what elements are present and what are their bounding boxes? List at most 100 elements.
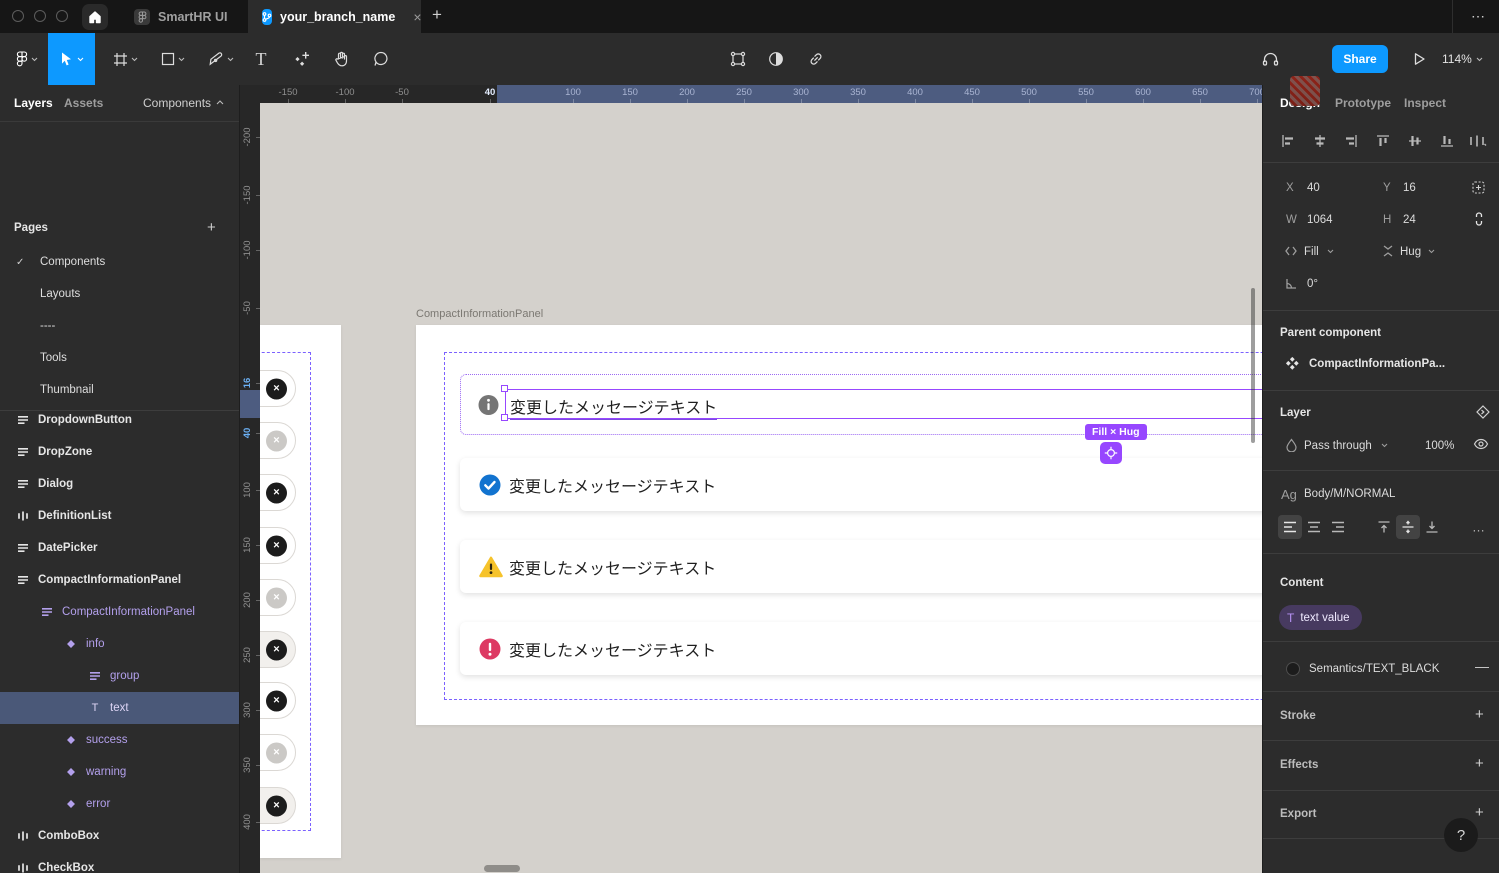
- align-bottom-icon[interactable]: [1440, 134, 1454, 148]
- component-tool-button[interactable]: [284, 33, 320, 85]
- message-row-success[interactable]: 変更したメッセージテキスト: [460, 458, 1262, 511]
- frame-title[interactable]: CompactInformationPanel: [416, 308, 543, 320]
- add-effect-button[interactable]: +: [1475, 755, 1484, 772]
- canvas-vertical-scrollbar[interactable]: [1251, 288, 1255, 443]
- layer-row-info[interactable]: info: [0, 628, 239, 660]
- page-item-components[interactable]: ✓Components: [0, 246, 239, 278]
- add-stroke-button[interactable]: +: [1475, 706, 1484, 723]
- frame-tool-button[interactable]: [102, 33, 148, 85]
- message-text[interactable]: 変更したメッセージテキスト: [510, 394, 717, 420]
- layer-row-dropzone[interactable]: DropZone: [0, 436, 239, 468]
- eye-icon[interactable]: [1473, 438, 1489, 450]
- fill-style-row[interactable]: Semantics/TEXT_BLACK —: [1263, 659, 1499, 679]
- tab-assets[interactable]: Assets: [64, 85, 103, 121]
- blend-mode-select[interactable]: Pass through: [1304, 440, 1372, 452]
- text-valign-bottom-icon[interactable]: [1426, 521, 1439, 534]
- main-menu-button[interactable]: [8, 33, 46, 85]
- tab-smarthr-ui[interactable]: SmartHR UI: [120, 0, 248, 33]
- more-menu-button[interactable]: ⋯: [1471, 8, 1487, 25]
- layer-row-dropdownbutton[interactable]: DropdownButton: [0, 411, 239, 436]
- align-top-icon[interactable]: [1376, 134, 1390, 148]
- tab-your-branch-name[interactable]: your_branch_name ×: [248, 0, 421, 33]
- opacity-input[interactable]: 100%: [1425, 440, 1454, 452]
- move-tool-button[interactable]: [48, 33, 95, 85]
- layer-style-icon[interactable]: [1475, 405, 1491, 419]
- page-item-tools[interactable]: Tools: [0, 342, 239, 374]
- align-vertical-center-icon[interactable]: [1408, 134, 1422, 148]
- width-input[interactable]: 1064: [1307, 214, 1333, 226]
- selection-handle[interactable]: [501, 414, 508, 421]
- layer-row-checkbox[interactable]: CheckBox: [0, 852, 239, 873]
- selection-handle[interactable]: [501, 385, 508, 392]
- present-button[interactable]: [1404, 33, 1434, 85]
- message-row-warning[interactable]: 変更したメッセージテキスト: [460, 540, 1262, 593]
- horizontal-resizing-select[interactable]: Fill: [1304, 246, 1319, 258]
- x-input[interactable]: 40: [1307, 182, 1320, 194]
- add-export-button[interactable]: +: [1475, 804, 1484, 821]
- page-item-layouts[interactable]: Layouts: [0, 278, 239, 310]
- layer-row-datepicker[interactable]: DatePicker: [0, 532, 239, 564]
- share-button[interactable]: Share: [1332, 45, 1388, 73]
- text-align-left-icon[interactable]: [1283, 521, 1297, 533]
- autolayout-target-button[interactable]: [1100, 442, 1122, 464]
- layer-row-compactinformationpanel[interactable]: CompactInformationPanel: [0, 564, 239, 596]
- vertical-resizing-select[interactable]: Hug: [1400, 246, 1421, 258]
- pen-tool-button[interactable]: [198, 33, 244, 85]
- shape-tool-button[interactable]: [150, 33, 196, 85]
- text-align-center-icon[interactable]: [1307, 521, 1321, 533]
- zoom-menu[interactable]: 114%: [1442, 33, 1483, 85]
- distribute-icon[interactable]: [1469, 134, 1487, 148]
- page-item-thumbnail[interactable]: Thumbnail: [0, 374, 239, 406]
- more-text-options-icon[interactable]: …: [1472, 520, 1486, 535]
- help-button[interactable]: ?: [1444, 818, 1478, 852]
- align-horizontal-center-icon[interactable]: [1313, 134, 1327, 148]
- text-valign-middle-icon[interactable]: [1402, 521, 1415, 534]
- text-valign-top-icon[interactable]: [1378, 521, 1391, 534]
- layer-row-compactinformationpanel[interactable]: CompactInformationPanel: [0, 596, 239, 628]
- maximize-window-button[interactable]: [56, 10, 68, 22]
- tab-components-page[interactable]: Components: [143, 85, 211, 121]
- text-tool-button[interactable]: T: [246, 33, 276, 85]
- layer-row-group[interactable]: group: [0, 660, 239, 692]
- height-input[interactable]: 24: [1403, 214, 1416, 226]
- new-tab-button[interactable]: +: [432, 5, 442, 25]
- color-swatch[interactable]: [1286, 662, 1300, 676]
- user-avatar[interactable]: [1290, 76, 1320, 106]
- layer-row-combobox[interactable]: ComboBox: [0, 820, 239, 852]
- layer-row-dialog[interactable]: Dialog: [0, 468, 239, 500]
- tab-inspect[interactable]: Inspect: [1404, 85, 1446, 121]
- layer-row-definitionlist[interactable]: DefinitionList: [0, 500, 239, 532]
- close-window-button[interactable]: [12, 10, 24, 22]
- layer-row-error[interactable]: error: [0, 788, 239, 820]
- canvas-horizontal-scrollbar[interactable]: [484, 865, 520, 872]
- canvas[interactable]: ××××××××× CompactInformationPanel 変更したメッ…: [260, 103, 1262, 873]
- layer-row-text[interactable]: Ttext: [0, 692, 239, 724]
- layer-row-warning[interactable]: warning: [0, 756, 239, 788]
- mask-button[interactable]: [762, 33, 790, 85]
- tab-prototype[interactable]: Prototype: [1335, 85, 1391, 121]
- text-style-row[interactable]: Ag Body/M/NORMAL: [1263, 484, 1499, 504]
- y-input[interactable]: 16: [1403, 182, 1416, 194]
- align-right-icon[interactable]: [1344, 134, 1358, 148]
- content-property-chip[interactable]: T text value: [1279, 605, 1362, 630]
- layer-row-success[interactable]: success: [0, 724, 239, 756]
- comment-tool-button[interactable]: [362, 33, 400, 85]
- minimize-window-button[interactable]: [34, 10, 46, 22]
- hand-tool-button[interactable]: [322, 33, 360, 85]
- edit-object-button[interactable]: [724, 33, 752, 85]
- page-item-----[interactable]: ----: [0, 310, 239, 342]
- audio-call-button[interactable]: [1256, 33, 1284, 85]
- constrain-proportions-icon[interactable]: [1473, 211, 1485, 227]
- align-left-icon[interactable]: [1281, 134, 1295, 148]
- text-align-right-icon[interactable]: [1331, 521, 1345, 533]
- add-page-button[interactable]: +: [207, 219, 216, 236]
- tab-layers[interactable]: Layers: [14, 85, 53, 121]
- home-button[interactable]: [82, 4, 108, 30]
- rotation-input[interactable]: 0°: [1307, 278, 1318, 290]
- parent-component-row[interactable]: CompactInformationPa...: [1263, 354, 1499, 374]
- message-row-error[interactable]: 変更したメッセージテキスト: [460, 622, 1262, 675]
- remove-fill-button[interactable]: —: [1475, 658, 1489, 674]
- close-tab-icon[interactable]: ×: [413, 9, 421, 25]
- edit-position-icon[interactable]: [1471, 180, 1486, 195]
- link-button[interactable]: [802, 33, 830, 85]
